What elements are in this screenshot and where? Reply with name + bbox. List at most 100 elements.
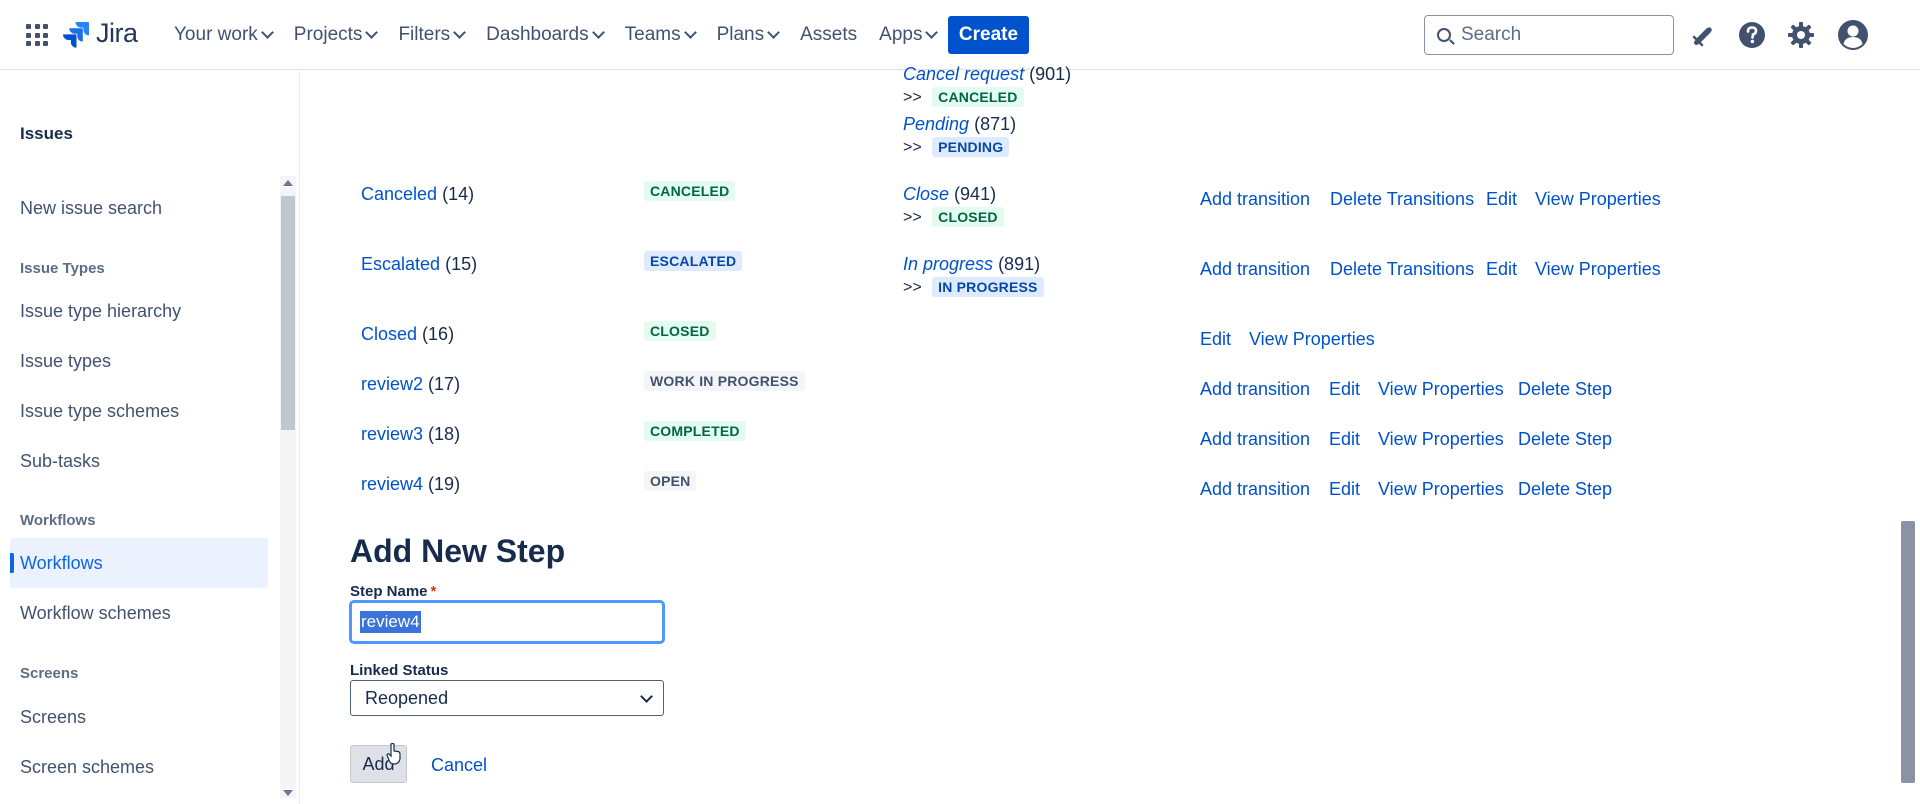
step-row-review4: review4 (19) bbox=[361, 474, 460, 495]
step-link[interactable]: review2 bbox=[361, 374, 423, 394]
linked-status-select[interactable]: Reopened bbox=[350, 680, 664, 716]
sidebar-item-new-issue-search[interactable]: New issue search bbox=[10, 183, 268, 233]
edit-link[interactable]: Edit bbox=[1329, 429, 1360, 450]
menu-plans[interactable]: Plans bbox=[706, 24, 790, 46]
step-id: (16) bbox=[422, 324, 455, 344]
main-content: Cancel request (901) >> CANCELED Pending… bbox=[300, 64, 1900, 804]
sidebar-section-issue-types: Issue Types bbox=[20, 260, 105, 277]
sidebar-section-screens: Screens bbox=[20, 665, 79, 682]
app-switcher-icon[interactable] bbox=[26, 24, 48, 46]
add-transition-link[interactable]: Add transition bbox=[1200, 479, 1310, 500]
scroll-down-arrow-icon[interactable] bbox=[283, 790, 293, 796]
arrow-prefix: >> bbox=[903, 279, 922, 296]
transition-close: Close (941) bbox=[903, 184, 996, 205]
menu-projects[interactable]: Projects bbox=[283, 24, 388, 46]
menu-apps[interactable]: Apps bbox=[868, 24, 947, 46]
menu-your-work[interactable]: Your work bbox=[163, 24, 283, 46]
notifications-icon[interactable] bbox=[1688, 20, 1718, 50]
sidebar-section-workflows: Workflows bbox=[20, 512, 96, 529]
arrow-prefix: >> bbox=[903, 139, 922, 156]
view-properties-link[interactable]: View Properties bbox=[1535, 189, 1661, 210]
step-row-closed: Closed (16) bbox=[361, 324, 454, 345]
transition-link[interactable]: Cancel request bbox=[903, 64, 1024, 84]
step-name-input[interactable]: review4 bbox=[350, 601, 664, 643]
transition-id: (891) bbox=[998, 254, 1041, 274]
step-id: (19) bbox=[428, 474, 461, 494]
transition-link[interactable]: Close bbox=[903, 184, 949, 204]
edit-link[interactable]: Edit bbox=[1486, 259, 1517, 280]
delete-transitions-link[interactable]: Delete Transitions bbox=[1330, 259, 1474, 280]
add-transition-link[interactable]: Add transition bbox=[1200, 379, 1310, 400]
settings-gear-icon[interactable] bbox=[1786, 20, 1816, 50]
step-link[interactable]: review3 bbox=[361, 424, 423, 444]
view-properties-link[interactable]: View Properties bbox=[1535, 259, 1661, 280]
search-input[interactable] bbox=[1461, 24, 1651, 46]
add-transition-link[interactable]: Add transition bbox=[1200, 429, 1310, 450]
delete-step-link[interactable]: Delete Step bbox=[1518, 379, 1612, 400]
sidebar-scrollbar[interactable] bbox=[280, 176, 296, 798]
user-avatar-icon[interactable] bbox=[1836, 18, 1870, 52]
status-lozenge: IN PROGRESS bbox=[932, 277, 1044, 297]
view-properties-link[interactable]: View Properties bbox=[1249, 329, 1375, 350]
edit-link[interactable]: Edit bbox=[1486, 189, 1517, 210]
step-link[interactable]: review4 bbox=[361, 474, 423, 494]
sidebar-item-workflow-schemes[interactable]: Workflow schemes bbox=[10, 588, 268, 638]
delete-step-link[interactable]: Delete Step bbox=[1518, 429, 1612, 450]
transition-in-progress: In progress (891) bbox=[903, 254, 1040, 275]
arrow-prefix: >> bbox=[903, 89, 922, 106]
chevron-down-icon bbox=[640, 690, 653, 703]
step-link[interactable]: Closed bbox=[361, 324, 417, 344]
status-lozenge: CLOSED bbox=[644, 321, 716, 341]
menu-label: Your work bbox=[174, 24, 258, 45]
edit-link[interactable]: Edit bbox=[1200, 329, 1231, 350]
cancel-link[interactable]: Cancel bbox=[431, 755, 487, 776]
sidebar-item-workflows[interactable]: Workflows bbox=[10, 538, 268, 588]
sidebar-item-screen-schemes[interactable]: Screen schemes bbox=[10, 742, 268, 792]
menu-assets[interactable]: Assets bbox=[789, 24, 868, 46]
step-name-value: review4 bbox=[360, 611, 421, 633]
delete-transitions-link[interactable]: Delete Transitions bbox=[1330, 189, 1474, 210]
jira-logo-icon bbox=[63, 21, 89, 48]
sidebar-scroll-thumb[interactable] bbox=[281, 196, 295, 430]
main-scrollbar[interactable] bbox=[1897, 71, 1920, 804]
main-menu: Your work Projects Filters Dashboards Te… bbox=[163, 0, 947, 70]
view-properties-link[interactable]: View Properties bbox=[1378, 479, 1504, 500]
menu-dashboards[interactable]: Dashboards bbox=[475, 24, 613, 46]
main-scroll-thumb[interactable] bbox=[1901, 521, 1915, 783]
menu-label: Assets bbox=[800, 24, 858, 45]
jira-logo[interactable]: Jira bbox=[62, 18, 138, 49]
step-link[interactable]: Canceled bbox=[361, 184, 437, 204]
sidebar-item-sub-tasks[interactable]: Sub-tasks bbox=[10, 436, 268, 486]
add-transition-link[interactable]: Add transition bbox=[1200, 259, 1310, 280]
transition-pending: Pending (871) bbox=[903, 114, 1016, 135]
sidebar-item-screens[interactable]: Screens bbox=[10, 692, 268, 742]
status-lozenge: WORK IN PROGRESS bbox=[644, 371, 805, 391]
transition-link[interactable]: In progress bbox=[903, 254, 993, 274]
scroll-up-arrow-icon[interactable] bbox=[283, 180, 293, 186]
edit-link[interactable]: Edit bbox=[1329, 379, 1360, 400]
transition-link[interactable]: Pending bbox=[903, 114, 969, 134]
menu-teams[interactable]: Teams bbox=[614, 24, 706, 46]
step-link[interactable]: Escalated bbox=[361, 254, 440, 274]
step-id: (18) bbox=[428, 424, 461, 444]
help-icon[interactable] bbox=[1737, 20, 1767, 50]
sidebar-item-issue-types[interactable]: Issue types bbox=[10, 336, 268, 386]
edit-link[interactable]: Edit bbox=[1329, 479, 1360, 500]
delete-step-link[interactable]: Delete Step bbox=[1518, 479, 1612, 500]
sidebar-item-issue-type-schemes[interactable]: Issue type schemes bbox=[10, 386, 268, 436]
transition-id: (901) bbox=[1029, 64, 1072, 84]
status-lozenge: CLOSED bbox=[932, 207, 1004, 227]
step-id: (14) bbox=[442, 184, 475, 204]
view-properties-link[interactable]: View Properties bbox=[1378, 379, 1504, 400]
add-transition-link[interactable]: Add transition bbox=[1200, 189, 1310, 210]
search-box[interactable] bbox=[1424, 15, 1674, 55]
create-button[interactable]: Create bbox=[948, 16, 1029, 54]
menu-filters[interactable]: Filters bbox=[387, 24, 475, 46]
chevron-down-icon bbox=[365, 26, 379, 39]
status-lozenge: OPEN bbox=[644, 471, 697, 491]
linked-status-label: Linked Status bbox=[350, 662, 449, 679]
menu-label: Projects bbox=[293, 24, 363, 45]
sidebar-item-issue-type-hierarchy[interactable]: Issue type hierarchy bbox=[10, 286, 268, 336]
transition-target: >> PENDING bbox=[903, 137, 1010, 157]
view-properties-link[interactable]: View Properties bbox=[1378, 429, 1504, 450]
